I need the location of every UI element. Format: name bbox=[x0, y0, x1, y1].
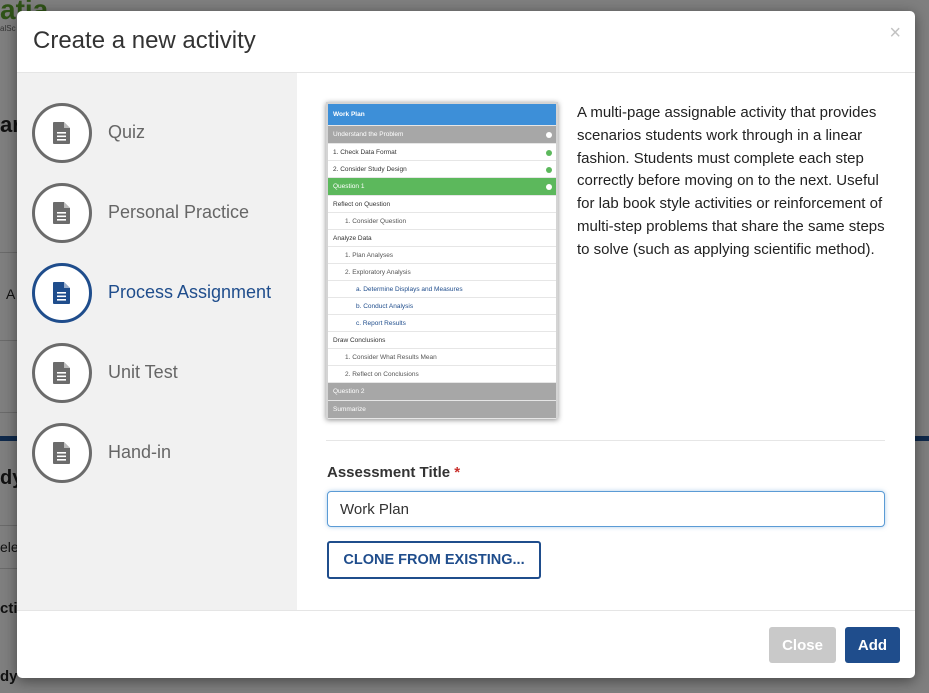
activity-details: Work Plan Understand the Problem 1. Check … bbox=[297, 73, 915, 610]
close-icon[interactable]: × bbox=[889, 23, 901, 43]
activity-type-process-assignment[interactable]: Process Assignment bbox=[32, 263, 292, 325]
activity-type-list: Quiz Personal Practice Process Assignmen… bbox=[17, 73, 297, 610]
activity-description: A multi-page assignable activity that pr… bbox=[577, 104, 885, 258]
assessment-title-input[interactable] bbox=[327, 491, 885, 527]
preview-row-label: Understand the Problem bbox=[333, 131, 404, 138]
preview-row-label: c. Report Results bbox=[356, 320, 406, 327]
activity-type-label: Personal Practice bbox=[108, 202, 250, 222]
check-icon bbox=[546, 132, 552, 138]
preview-row: 1. Check Data Format bbox=[328, 144, 556, 161]
document-icon bbox=[53, 122, 70, 144]
preview-row-label: b. Conduct Analysis bbox=[356, 303, 414, 310]
document-icon bbox=[53, 282, 70, 304]
preview-row-label: Analyze Data bbox=[333, 235, 372, 242]
activity-type-icon-circle bbox=[32, 183, 92, 243]
activity-preview-thumbnail: Work Plan Understand the Problem 1. Check … bbox=[326, 102, 558, 419]
preview-row-label: 2. Exploratory Analysis bbox=[345, 269, 411, 276]
preview-row-label: Question 2 bbox=[333, 388, 365, 395]
preview-row-label: 2. Consider Study Design bbox=[333, 166, 407, 173]
document-icon bbox=[53, 362, 70, 384]
clone-from-existing-button[interactable]: CLONE FROM EXISTING... bbox=[327, 541, 541, 579]
section-divider bbox=[326, 440, 885, 441]
required-marker: * bbox=[454, 464, 461, 481]
preview-row: 1. Consider What Results Mean bbox=[328, 349, 556, 366]
activity-type-unit-test[interactable]: Unit Test bbox=[32, 343, 292, 405]
preview-row: a. Determine Displays and Measures bbox=[328, 281, 556, 298]
preview-row-label: Draw Conclusions bbox=[333, 337, 386, 344]
preview-row: Draw Conclusions bbox=[328, 332, 556, 349]
activity-type-quiz[interactable]: Quiz bbox=[32, 103, 292, 165]
preview-row-label: Work Plan bbox=[333, 111, 365, 118]
preview-row: 2. Consider Study Design bbox=[328, 161, 556, 178]
preview-row: Analyze Data bbox=[328, 230, 556, 247]
activity-type-label: Process Assignment bbox=[108, 282, 272, 302]
activity-type-personal-practice[interactable]: Personal Practice bbox=[32, 183, 292, 245]
activity-type-label: Quiz bbox=[108, 122, 146, 142]
assessment-title-label-text: Assessment Title bbox=[327, 464, 451, 481]
preview-row-label: 1. Consider What Results Mean bbox=[345, 354, 437, 361]
activity-type-hand-in[interactable]: Hand-in bbox=[32, 423, 292, 485]
close-button[interactable]: Close bbox=[769, 627, 836, 663]
document-icon bbox=[53, 202, 70, 224]
modal-footer: Close Add bbox=[17, 610, 915, 678]
preview-row-label: a. Determine Displays and Measures bbox=[356, 286, 463, 293]
preview-row: Work Plan bbox=[328, 104, 556, 126]
activity-type-icon-circle bbox=[32, 423, 92, 483]
document-icon bbox=[53, 442, 70, 464]
activity-type-icon-circle bbox=[32, 263, 92, 323]
preview-row: Reflect on Question bbox=[328, 196, 556, 213]
modal-title: Create a new activity bbox=[33, 27, 256, 54]
activity-type-icon-circle bbox=[32, 343, 92, 403]
preview-row: b. Conduct Analysis bbox=[328, 298, 556, 315]
preview-row: Question 1 bbox=[328, 178, 556, 196]
modal-header: Create a new activity × bbox=[17, 11, 915, 73]
preview-row: c. Report Results bbox=[328, 315, 556, 332]
preview-row: 2. Exploratory Analysis bbox=[328, 264, 556, 281]
check-icon bbox=[546, 166, 552, 173]
create-activity-modal: Create a new activity × Quiz Personal Pr… bbox=[17, 11, 915, 678]
preview-row: 1. Plan Analyses bbox=[328, 247, 556, 264]
preview-row-label: 2. Reflect on Conclusions bbox=[345, 371, 419, 378]
modal-body: Quiz Personal Practice Process Assignmen… bbox=[17, 73, 915, 610]
check-icon bbox=[546, 184, 552, 190]
assessment-title-label: Assessment Title * bbox=[327, 464, 460, 481]
activity-type-label: Hand-in bbox=[108, 442, 172, 462]
preview-row: 2. Reflect on Conclusions bbox=[328, 366, 556, 383]
preview-row-label: 1. Consider Question bbox=[345, 218, 407, 225]
preview-row-label: 1. Check Data Format bbox=[333, 149, 397, 156]
activity-type-icon-circle bbox=[32, 103, 92, 163]
preview-row: 1. Consider Question bbox=[328, 213, 556, 230]
preview-row: Summarize bbox=[328, 401, 556, 419]
activity-type-label: Unit Test bbox=[108, 362, 178, 382]
preview-row: Understand the Problem bbox=[328, 126, 556, 144]
add-button[interactable]: Add bbox=[845, 627, 900, 663]
preview-row-label: Reflect on Question bbox=[333, 201, 391, 208]
preview-row-label: Question 1 bbox=[333, 183, 365, 190]
preview-row-label: Summarize bbox=[333, 406, 366, 413]
preview-row: Question 2 bbox=[328, 383, 556, 401]
preview-row-label: 1. Plan Analyses bbox=[345, 252, 394, 259]
check-icon bbox=[546, 149, 552, 156]
